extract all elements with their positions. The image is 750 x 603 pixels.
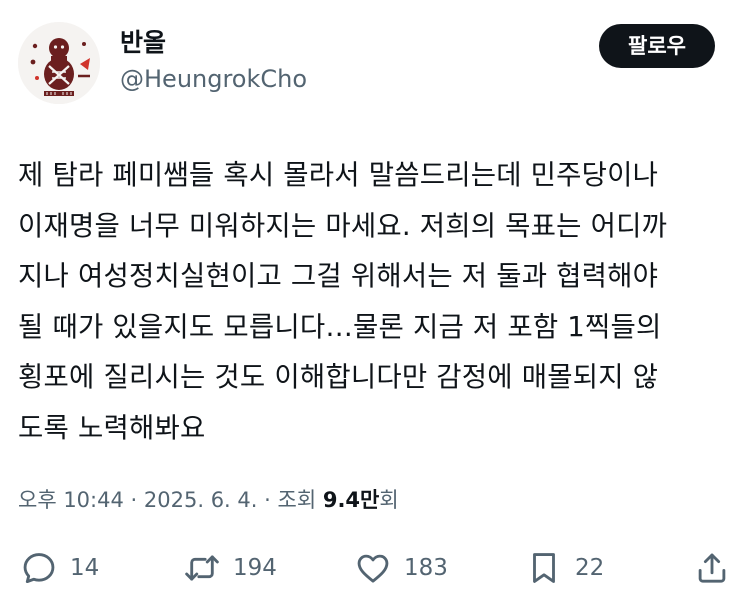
like-button[interactable]: 183 [354,540,448,596]
tweet-meta: 오후 10:44 · 2025. 6. 4. · 조회 9.4만회 [18,482,399,518]
reply-count: 14 [70,555,100,581]
bookmark-icon [533,553,555,583]
views-suffix: 회 [379,488,399,512]
retweet-icon [185,555,219,581]
tweet-text-line: 횡포에 질리시는 것도 이해합니다만 감정에 매몰되지 않 [18,361,659,393]
tweet-text-line: 도록 노력해봐요 [18,411,206,444]
meta-separator: · [130,488,138,512]
author-display-name[interactable]: 반올 [120,28,166,58]
meta-separator: · [264,488,271,512]
tweet-text-line: 제 탐라 페미쌤들 혹시 몰라서 말씀드리는데 민주당이나 [18,159,659,191]
tweet-text: 제 탐라 페미쌤들 혹시 몰라서 말씀드리는데 민주당이나 이재명을 너무 미워… [18,150,730,453]
action-bar: 14 194 183 22 [0,540,750,596]
views-prefix: 조회 [277,488,317,512]
tweet-text-line: 지나 여성정치실현이고 그걸 위해서는 저 둘과 협력해야 [18,260,659,292]
bookmark-button[interactable]: 22 [525,540,604,596]
reply-icon [23,553,55,584]
bookmark-count: 22 [575,555,605,581]
views-count: 9.4만 [322,488,380,512]
avatar[interactable] [18,22,100,104]
tweet-text-line: 될 때가 있을지도 모릅니다…물론 지금 저 포함 1찍들의 [18,310,662,343]
like-count: 183 [404,555,448,581]
share-button[interactable] [693,540,731,596]
reply-button[interactable]: 14 [20,540,99,596]
gourd-figure-avatar-icon [18,22,100,104]
author-handle[interactable]: @HeungrokCho [120,64,307,94]
share-icon [698,553,726,583]
tweet-text-line: 이재명을 너무 미워하지는 마세요. 저희의 목표는 어디까 [18,209,668,242]
tweet-time[interactable]: 오후 10:44 [18,488,124,512]
retweet-count: 194 [233,555,277,581]
heart-icon [357,554,389,583]
retweet-button[interactable]: 194 [183,540,277,596]
follow-button[interactable]: 팔로우 [599,24,715,68]
tweet-date[interactable]: 2025. 6. 4. [144,488,258,512]
